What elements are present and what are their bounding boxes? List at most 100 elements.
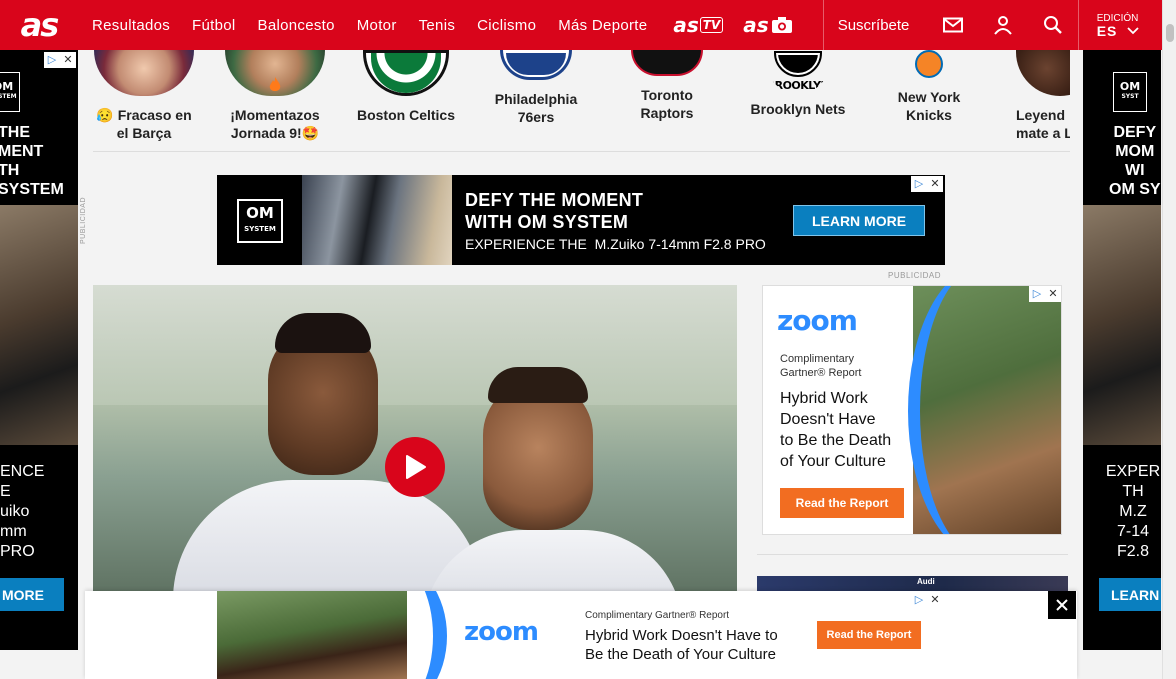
nav-mas-deporte[interactable]: Más Deporte — [558, 17, 647, 34]
fire-icon — [269, 77, 281, 91]
ad-choices-icon[interactable]: ▷ ✕ — [44, 52, 76, 68]
zoom-sticky-banner[interactable]: zoom Complimentary Gartner® Report Hybri… — [217, 591, 945, 679]
zoom-headline: Hybrid Work Doesn't Have to Be the Death… — [780, 390, 892, 470]
right-skyscraper-ad[interactable]: OM SYST DEFY MOM WI OM SY EXPER TH M.Z 7… — [1083, 50, 1161, 650]
om-logo-subtext: SYST — [1121, 93, 1139, 100]
story-item[interactable]: 😥 Fracaso en el Barça — [93, 50, 204, 142]
story-item[interactable]: Philadelphia 76ers — [476, 50, 596, 126]
left-ad-body: ENCE E uiko mm PRO — [0, 463, 45, 560]
story-title: 76ers — [517, 109, 555, 125]
right-ad-body: EXPER TH M.Z 7-14 F2.8 — [1105, 463, 1161, 560]
as-tv-link[interactable]: as TV — [673, 13, 724, 37]
zoom-sticky-arc — [337, 591, 447, 679]
nav-motor[interactable]: Motor — [357, 17, 397, 34]
ad-choices-icon[interactable]: ▷ ✕ — [1029, 286, 1061, 302]
om-logo: OM SYSTEM — [0, 72, 20, 112]
story-avatar — [94, 50, 194, 96]
ad-label: PUBLICIDAD — [888, 271, 942, 280]
mail-icon[interactable] — [928, 0, 978, 50]
chevron-down-icon — [1127, 27, 1140, 35]
zoom-sticky-headline-line: Hybrid Work Doesn't Have to — [585, 627, 778, 644]
om-logo-text: OM — [246, 203, 274, 222]
story-item[interactable]: ¡Momentazos Jornada 9!🤩 — [215, 50, 335, 142]
page-scrollbar[interactable] — [1162, 0, 1176, 679]
left-ad-cta[interactable]: MORE — [0, 578, 64, 611]
top-navigation-bar: as Resultados Fútbol Baloncesto Motor Te… — [0, 0, 1162, 50]
nav-ciclismo[interactable]: Ciclismo — [477, 17, 536, 34]
story-item[interactable]: Leyend mate a L — [1000, 50, 1070, 142]
user-icon[interactable] — [978, 0, 1028, 50]
nav-separator — [822, 0, 824, 50]
om-logo-text: OM — [0, 80, 14, 93]
story-item[interactable]: BROOKLYN Brooklyn Nets — [738, 50, 858, 118]
ad-choices-icon[interactable]: ▷ ✕ — [911, 592, 943, 608]
story-title: Knicks — [906, 107, 952, 123]
right-ad-headline: DEFY MOM WI OM SY — [1109, 124, 1161, 198]
camera-icon — [771, 17, 792, 33]
subscribe-link[interactable]: Suscríbete — [838, 17, 924, 34]
story-title: Philadelphia — [494, 91, 578, 107]
section-divider — [757, 554, 1068, 555]
story-title: Raptors — [640, 105, 694, 121]
om-headline-1: DEFY THE MOMENT — [465, 190, 644, 210]
nav-baloncesto[interactable]: Baloncesto — [258, 17, 335, 34]
sticky-bottom-ad[interactable]: zoom Complimentary Gartner® Report Hybri… — [85, 591, 1077, 679]
nets-logo: BROOKLYN — [767, 50, 829, 94]
play-icon — [406, 455, 426, 479]
story-avatar — [1016, 50, 1070, 96]
om-logo-subtext: SYSTEM — [244, 224, 276, 233]
story-title: 😥 Fracaso en — [96, 107, 192, 123]
om-camera-photo — [302, 175, 452, 265]
as-logo[interactable]: as — [0, 0, 78, 50]
story-title: Jornada 9!🤩 — [230, 125, 320, 141]
om-system-banner-ad[interactable]: OM SYSTEM DEFY THE MOMENT WITH OM SYSTEM… — [217, 175, 945, 265]
zoom-sticky-headline-line: Be the Death of Your Culture — [585, 646, 776, 663]
knicks-logo — [904, 50, 954, 78]
main-nav: Resultados Fútbol Baloncesto Motor Tenis… — [78, 0, 655, 50]
nav-futbol[interactable]: Fútbol — [192, 17, 236, 34]
om-logo-subtext: SYSTEM — [0, 93, 17, 100]
page: as Resultados Fútbol Baloncesto Motor Te… — [0, 0, 1176, 679]
om-logo: OM SYSTEM — [237, 199, 283, 243]
right-ad-camera-photo — [1083, 205, 1161, 445]
ad-label: PUBLICIDAD — [80, 197, 87, 245]
zoom-arc — [908, 286, 1058, 534]
story-item[interactable]: Toronto Raptors — [607, 50, 727, 122]
left-skyscraper-ad[interactable]: ▷✕ OM SYSTEM THE MENT TH SYSTEM ENCE E u… — [0, 50, 78, 650]
right-ad-cta[interactable]: LEARN — [1099, 578, 1161, 611]
ad-choices-icon[interactable]: ▷ ✕ — [911, 176, 943, 192]
zoom-side-ad[interactable]: zoom Complimentary Gartner® Report Hybri… — [762, 285, 1062, 535]
om-learn-more-button[interactable]: LEARN MORE — [793, 205, 925, 236]
edition-selector[interactable]: EDICIÓN ES — [1096, 13, 1140, 39]
search-icon[interactable] — [1028, 0, 1078, 50]
close-sticky-ad-button[interactable] — [1048, 591, 1076, 619]
as-tv-tag: TV — [699, 17, 724, 33]
story-title: el Barça — [116, 125, 172, 141]
story-item[interactable]: New York Knicks — [869, 50, 989, 124]
zoom-kicker-line: Complimentary — [780, 353, 854, 365]
story-avatar — [225, 50, 325, 96]
nav-tenis[interactable]: Tenis — [419, 17, 456, 34]
zoom-read-report-button[interactable]: Read the Report — [780, 488, 904, 518]
as-tv-logo: as — [673, 13, 699, 37]
zoom-logo: zoom — [464, 617, 539, 647]
left-ad-camera-photo — [0, 205, 78, 445]
story-title: Leyend — [1016, 107, 1066, 123]
stories-strip: 😥 Fracaso en el Barça ¡Momentazos Jornada … — [93, 50, 1070, 152]
as-photo-link[interactable]: as — [743, 13, 792, 37]
scrollbar-thumb[interactable] — [1166, 24, 1174, 42]
edition-code: ES — [1096, 23, 1118, 39]
zoom-sticky-read-report-button[interactable]: Read the Report — [817, 621, 921, 649]
om-logo-text: OM — [1119, 80, 1141, 93]
play-button[interactable] — [385, 437, 445, 497]
nav-separator — [1077, 0, 1079, 50]
story-title: Toronto — [641, 87, 693, 103]
story-item[interactable]: Boston Celtics — [346, 50, 466, 124]
story-title: Boston Celtics — [356, 107, 455, 123]
zoom-kicker: Complimentary Gartner® Report — [780, 352, 861, 380]
zoom-logo: zoom — [777, 304, 858, 337]
nav-resultados[interactable]: Resultados — [92, 17, 170, 34]
celtics-logo — [363, 50, 449, 96]
close-icon — [1056, 599, 1068, 611]
video-background — [93, 285, 737, 405]
